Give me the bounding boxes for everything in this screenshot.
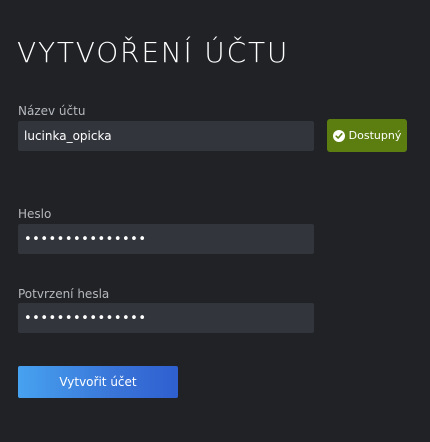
availability-badge: Dostupný bbox=[327, 119, 407, 152]
password-label: Heslo bbox=[18, 207, 52, 221]
create-account-button-label: Vytvořit účet bbox=[59, 375, 137, 389]
page-title: VYTVOŘENÍ ÚČTU bbox=[17, 36, 290, 69]
create-account-button[interactable]: Vytvořit účet bbox=[18, 366, 178, 398]
password-confirm-label: Potvrzení hesla bbox=[18, 287, 110, 301]
password-confirm-input[interactable]: ••••••••••••••• bbox=[18, 303, 314, 333]
account-name-input[interactable]: lucinka_opicka bbox=[18, 121, 314, 151]
checkmark-circle-icon bbox=[332, 129, 345, 142]
availability-label: Dostupný bbox=[348, 129, 402, 142]
account-name-label: Název účtu bbox=[18, 104, 86, 118]
password-input[interactable]: ••••••••••••••• bbox=[18, 224, 314, 254]
